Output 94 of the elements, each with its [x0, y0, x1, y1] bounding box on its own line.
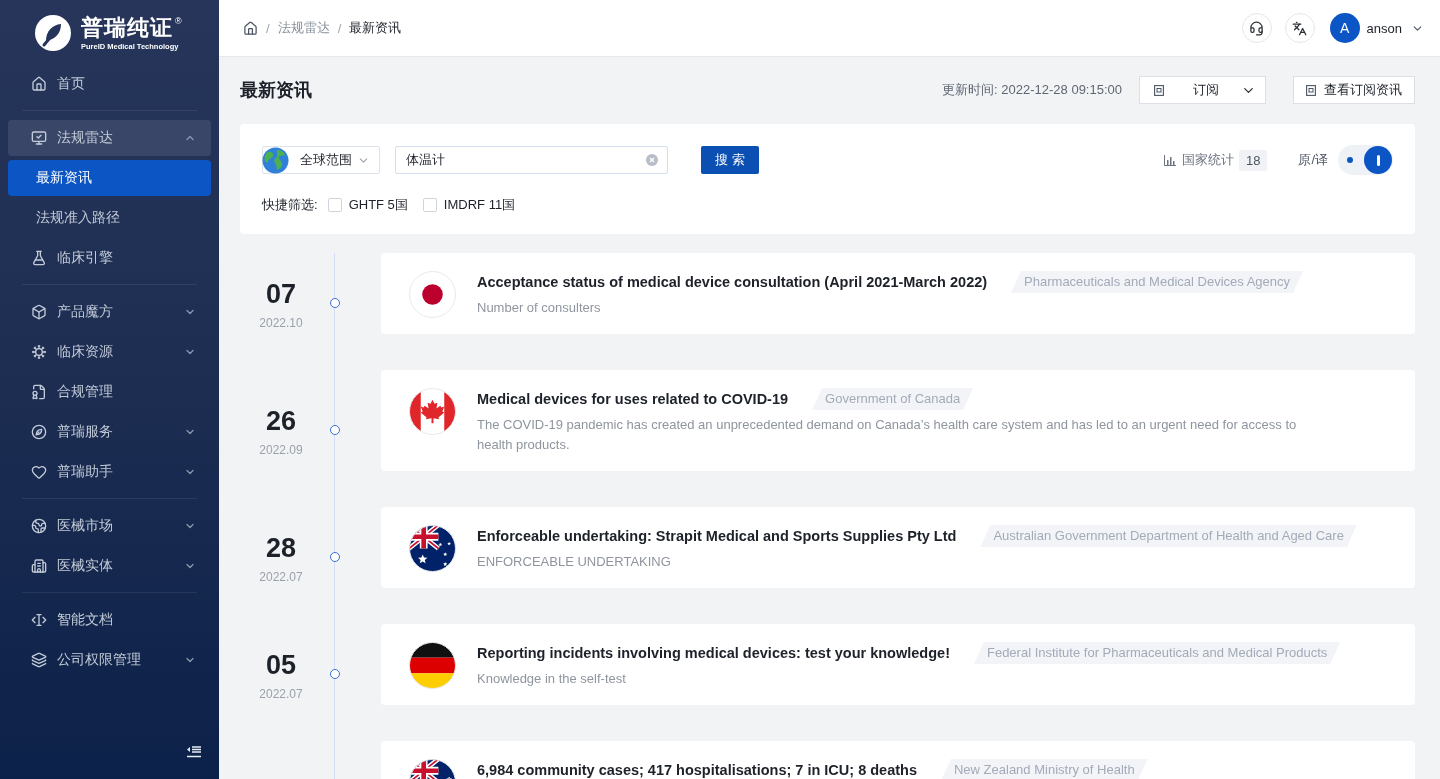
news-date: 2022.09 [259, 441, 303, 458]
globe-icon [31, 518, 47, 534]
news-day: 26 [265, 405, 296, 436]
quick-filter-label: 快捷筛选: [262, 196, 318, 214]
checkbox[interactable] [422, 198, 437, 212]
file-badge-icon [31, 384, 47, 400]
canada-flag-icon [409, 388, 456, 435]
news-card[interactable]: Acceptance status of medical device consultation (April 2021-March 2022) Pharmaceuticals and Medical Devices Agency Number of consulters [381, 253, 1415, 334]
cube-icon [31, 304, 47, 320]
house-icon[interactable] [243, 20, 258, 36]
view-subscriptions-button[interactable]: 查看订阅资讯 [1293, 76, 1415, 104]
building-icon [31, 558, 47, 574]
source-tag: Federal Institute for Pharmaceuticals and Medical Products [973, 642, 1341, 664]
house-icon [31, 76, 47, 92]
japan-flag-icon [409, 271, 456, 318]
nav-subitem[interactable]: 最新资讯 [8, 160, 211, 196]
bar-chart-icon [1163, 154, 1176, 166]
subscribe-select[interactable]: 订阅 [1139, 76, 1266, 104]
translate-icon [1292, 20, 1308, 36]
germany-flag-icon [409, 642, 456, 689]
news-title[interactable]: Acceptance status of medical device consultation (April 2021-March 2022) [477, 271, 988, 293]
nav-item[interactable]: 医械实体 [8, 548, 211, 584]
timeline-marker [329, 551, 340, 562]
nav-item[interactable]: 临床引擎 [8, 240, 211, 276]
news-date: 2022.07 [259, 685, 303, 702]
checkbox-label[interactable]: GHTF 5国 [348, 196, 408, 214]
flask-icon [31, 250, 47, 266]
layers-icon [31, 652, 47, 668]
translation-toggle[interactable] [1338, 145, 1393, 175]
nav-item[interactable]: 法规雷达 [8, 120, 211, 156]
user-avatar[interactable]: A [1329, 13, 1360, 43]
user-name[interactable]: anson [1366, 20, 1402, 36]
nav-item[interactable]: 普瑞服务 [8, 414, 211, 450]
nav-item[interactable]: 公司权限管理 [8, 642, 211, 678]
collapse-menu-icon[interactable] [186, 744, 202, 758]
news-card[interactable]: 6,984 community cases; 417 hospitalisations; 7 in ICU; 8 deaths New Zealand Ministry of Health [381, 741, 1415, 779]
australia-flag-icon [409, 525, 456, 572]
country-count-badge: 18 [1238, 149, 1268, 171]
checkbox-label[interactable]: IMDRF 11国 [443, 196, 516, 214]
news-card[interactable]: Enforceable undertaking: Strapit Medical and Sports Supplies Pty Ltd Australian Government Department of Health and Aged Care ENFORCEABLE UNDERTAKING [381, 507, 1415, 588]
nav-item[interactable]: 智能文档 [8, 602, 211, 638]
news-date: 2022.10 [259, 314, 303, 331]
text-cursor-icon [31, 612, 47, 628]
nav-subitem[interactable]: 法规准入路径 [8, 200, 211, 236]
nav-item[interactable]: 临床资源 [8, 334, 211, 370]
news-title[interactable]: 6,984 community cases; 417 hospitalisations; 7 in ICU; 8 deaths [477, 759, 917, 779]
document-icon [1154, 84, 1164, 96]
breadcrumb-link[interactable]: 最新资讯 [349, 19, 402, 37]
news-summary: Number of consulters [477, 299, 602, 317]
search-field[interactable]: 体温计 [395, 146, 668, 174]
virus-icon [31, 344, 47, 360]
support-button[interactable] [1241, 13, 1272, 43]
news-day: 28 [265, 532, 296, 563]
nav-item[interactable]: 普瑞助手 [8, 454, 211, 490]
heart-icon [31, 464, 47, 480]
nav-item[interactable]: 产品魔方 [8, 294, 211, 330]
logo-name: 普瑞纯证$^{®}$ [81, 15, 183, 40]
checkbox[interactable] [327, 198, 342, 212]
leaf-logo-icon [34, 14, 72, 52]
timeline-marker [329, 424, 340, 435]
nav-item[interactable]: 合规管理 [8, 374, 211, 410]
country-stats-label[interactable]: 国家统计 [1181, 151, 1234, 169]
monitor-check-icon [31, 130, 47, 146]
news-day: 05 [265, 649, 296, 680]
news-date: 2022.07 [259, 568, 303, 585]
source-tag: Government of Canada [812, 388, 974, 410]
breadcrumb-separator: / [337, 20, 342, 36]
toggle-label: 原/译 [1298, 151, 1328, 169]
nav-item[interactable]: 医械市场 [8, 508, 211, 544]
source-tag: Pharmaceuticals and Medical Devices Agency [1011, 271, 1303, 293]
timeline-marker [329, 668, 340, 679]
news-summary: The COVID-19 pandemic has created an unprecedented demand on Canada’s health care system and has led to an urgent need for access to health products. [477, 416, 1298, 454]
translate-button[interactable] [1284, 13, 1315, 43]
breadcrumb-separator: / [266, 20, 270, 36]
source-tag: New Zealand Ministry of Health [941, 759, 1148, 779]
search-button[interactable]: 搜 索 [701, 146, 759, 174]
news-card[interactable]: Reporting incidents involving medical devices: test your knowledge! Federal Institute for Pharmaceuticals and Medical Products Knowledge in the self-test [381, 624, 1415, 705]
source-tag: Australian Government Department of Health and Aged Care [980, 525, 1357, 547]
timeline-marker [329, 297, 340, 308]
news-day: 07 [265, 278, 296, 309]
news-title[interactable]: Reporting incidents involving medical devices: test your knowledge! [477, 642, 950, 664]
leaf-circle-icon [31, 424, 47, 440]
news-summary: Knowledge in the self-test [477, 670, 627, 688]
globe-icon [262, 146, 289, 174]
update-time: 更新时间: 2022-12-28 09:15:00 [942, 81, 1122, 99]
headset-icon [1249, 20, 1265, 36]
nav-item[interactable]: 首页 [8, 66, 211, 102]
page-title: 最新资讯 [240, 79, 312, 102]
news-title[interactable]: Enforceable undertaking: Strapit Medical and Sports Supplies Pty Ltd [477, 525, 957, 547]
region-select[interactable]: 全球范围 [262, 146, 380, 174]
news-summary: ENFORCEABLE UNDERTAKING [477, 553, 672, 571]
news-title[interactable]: Medical devices for uses related to COVID-19 [477, 388, 789, 410]
news-card[interactable] [381, 370, 1415, 471]
document-icon [1306, 84, 1316, 96]
